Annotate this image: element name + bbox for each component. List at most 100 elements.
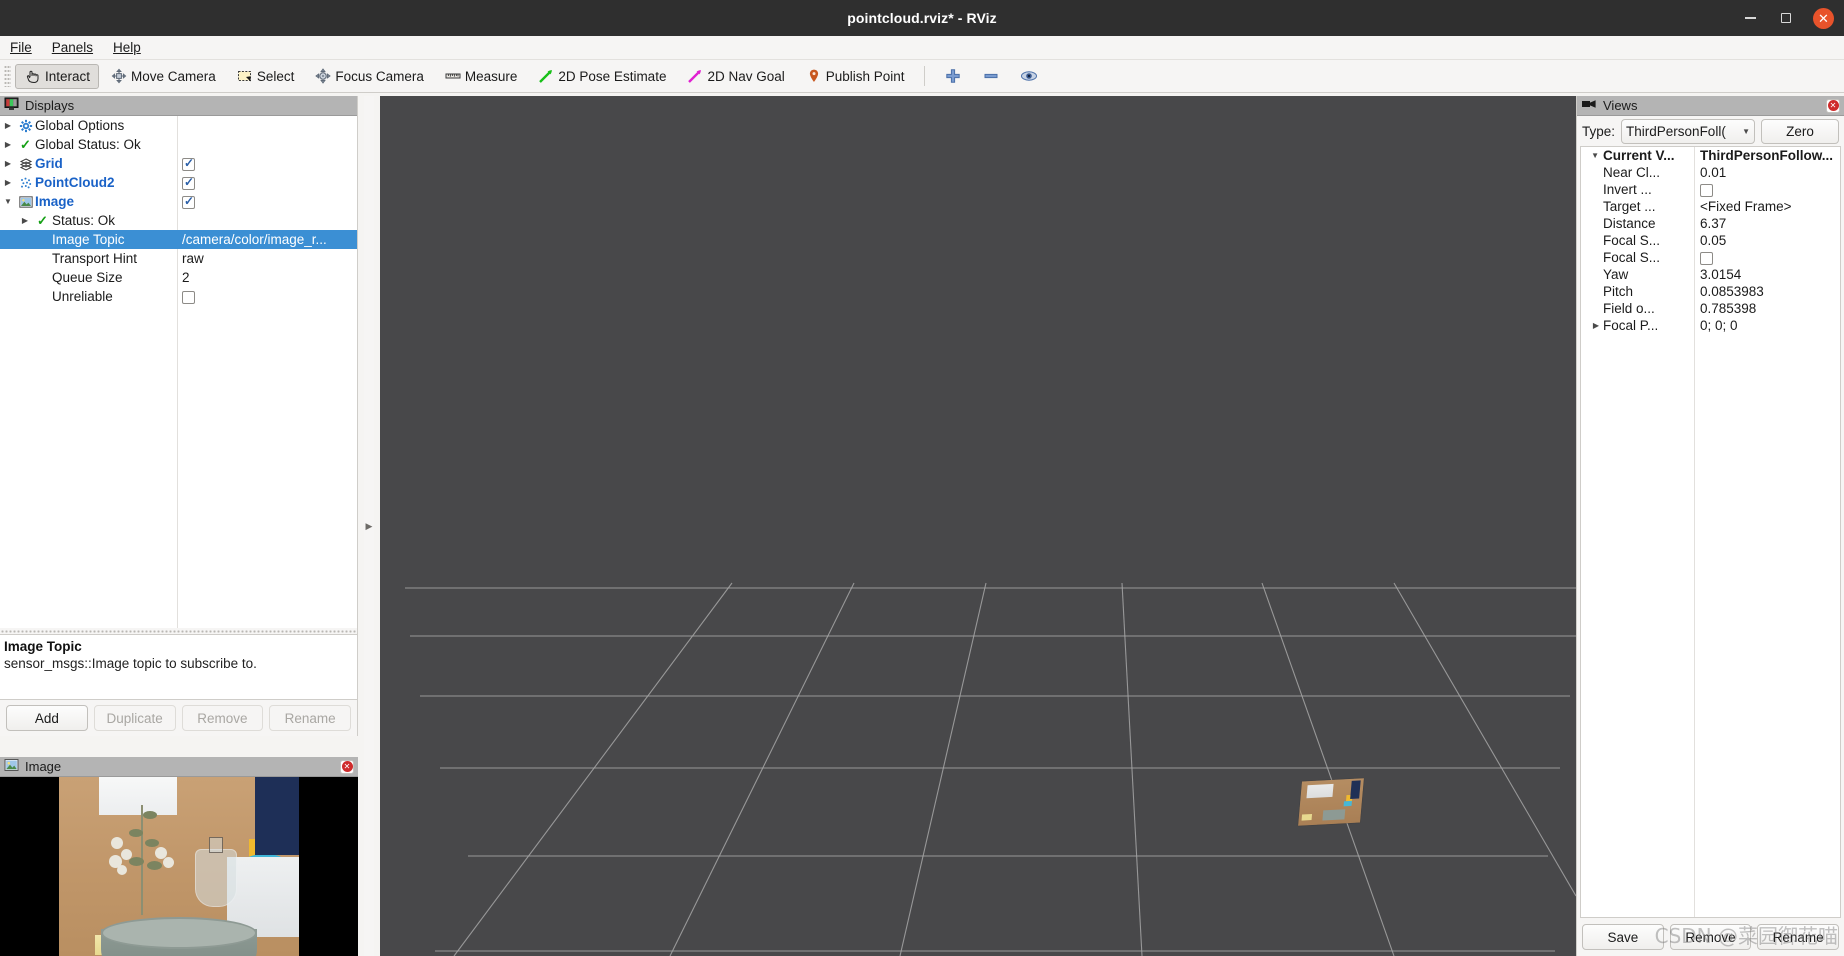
image-panel-close-button[interactable]: ✕ (340, 759, 354, 774)
render-viewport-3d[interactable] (380, 96, 1576, 956)
views-column-divider (1694, 147, 1695, 917)
display-value[interactable] (176, 156, 357, 171)
add-button[interactable]: Add (6, 705, 88, 731)
grid-enabled-checkbox[interactable] (182, 156, 195, 171)
duplicate-button[interactable]: Duplicate (93, 705, 176, 731)
views-value[interactable]: 0; 0; 0 (1694, 318, 1840, 333)
view-type-combobox[interactable]: ThirdPersonFoll( ▼ (1621, 118, 1755, 144)
views-type-row: Type: ThirdPersonFoll( ▼ Zero (1577, 116, 1844, 146)
plus-icon (944, 67, 962, 85)
menu-help[interactable]: Help (103, 38, 151, 57)
tool-visibility[interactable] (1011, 64, 1047, 89)
menu-file[interactable]: File (0, 38, 42, 57)
maximize-button[interactable] (1777, 9, 1795, 27)
expand-arrow-icon[interactable]: ▶ (0, 159, 16, 168)
select-rectangle-icon (236, 67, 254, 85)
views-row-pitch[interactable]: Pitch 0.0853983 (1581, 283, 1840, 300)
image-enabled-checkbox[interactable] (182, 194, 195, 209)
queue-size-value[interactable]: 2 (176, 270, 357, 285)
views-row-focal-point[interactable]: ▶ Focal P... 0; 0; 0 (1581, 317, 1840, 334)
tool-remove-panel[interactable] (973, 64, 1009, 89)
window-controls: ✕ (1741, 0, 1834, 36)
display-row-image[interactable]: ▼ Image (0, 192, 357, 211)
tool-focus-camera[interactable]: Focus Camera (305, 64, 433, 89)
expand-arrow-icon[interactable]: ▶ (17, 216, 33, 225)
leaf (147, 861, 162, 870)
display-value[interactable] (176, 289, 357, 304)
views-value[interactable]: 6.37 (1694, 216, 1840, 231)
views-row-focal-shape-size[interactable]: Focal S... 0.05 (1581, 232, 1840, 249)
tool-2d-nav-goal[interactable]: 2D Nav Goal (677, 64, 793, 89)
leaf (145, 839, 159, 847)
close-button[interactable]: ✕ (1813, 7, 1834, 29)
views-value[interactable]: 0.05 (1694, 233, 1840, 248)
views-row-distance[interactable]: Distance 6.37 (1581, 215, 1840, 232)
unreliable-checkbox[interactable] (182, 290, 195, 304)
ruler-icon (444, 67, 462, 85)
views-value[interactable] (1694, 182, 1840, 197)
focal-shape-fixed-checkbox[interactable] (1700, 251, 1713, 265)
displays-tree[interactable]: ▶ Global Options ▶ ✓ Global Status: Ok ▶… (0, 116, 357, 628)
tool-add-panel[interactable] (935, 64, 971, 89)
expand-arrow-icon[interactable]: ▶ (0, 140, 16, 149)
expand-arrow-icon[interactable]: ▶ (1581, 321, 1603, 330)
tool-2d-pose-estimate[interactable]: 2D Pose Estimate (528, 64, 675, 89)
image-panel-title: Image (25, 759, 62, 774)
expand-arrow-icon[interactable]: ▶ (0, 121, 16, 130)
collapse-arrow-icon[interactable]: ▼ (0, 197, 16, 206)
transport-hint-value[interactable]: raw (176, 251, 357, 266)
display-value[interactable] (176, 175, 357, 190)
views-row-focal-shape-fixed[interactable]: Focal S... (1581, 249, 1840, 266)
display-row-grid[interactable]: ▶ Grid (0, 154, 357, 173)
minimize-button[interactable] (1741, 9, 1759, 27)
remove-button[interactable]: Remove (181, 705, 264, 731)
left-splitter-handle[interactable]: ▶ (364, 96, 374, 956)
views-rename-button[interactable]: Rename (1757, 924, 1840, 950)
tool-interact[interactable]: Interact (15, 63, 100, 89)
display-row-pointcloud2[interactable]: ▶ PointCloud2 (0, 173, 357, 192)
display-row-global-status[interactable]: ▶ ✓ Global Status: Ok (0, 135, 357, 154)
views-row-target-frame[interactable]: Target ... <Fixed Frame> (1581, 198, 1840, 215)
glass-bottle (195, 849, 237, 907)
views-value[interactable]: 0.0853983 (1694, 284, 1840, 299)
invert-checkbox[interactable] (1700, 183, 1713, 197)
display-value[interactable] (176, 194, 357, 209)
views-value[interactable]: 0.01 (1694, 165, 1840, 180)
views-row-near-clip[interactable]: Near Cl... 0.01 (1581, 164, 1840, 181)
views-value[interactable]: <Fixed Frame> (1694, 199, 1840, 214)
image-topic-value[interactable]: /camera/color/image_r... (176, 232, 357, 247)
tool-select[interactable]: Select (227, 64, 304, 89)
expand-arrow-icon[interactable]: ▶ (0, 178, 16, 187)
tool-publish-point[interactable]: Publish Point (796, 64, 914, 89)
collapse-arrow-icon[interactable]: ▼ (1581, 151, 1603, 160)
menu-panels[interactable]: Panels (42, 38, 103, 57)
views-value[interactable] (1694, 250, 1840, 265)
display-row-queue-size[interactable]: Queue Size 2 (0, 268, 357, 287)
display-row-status[interactable]: ▶ ✓ Status: Ok (0, 211, 357, 230)
display-row-unreliable[interactable]: Unreliable (0, 287, 357, 306)
save-button[interactable]: Save (1582, 924, 1664, 950)
views-row-yaw[interactable]: Yaw 3.0154 (1581, 266, 1840, 283)
zero-button[interactable]: Zero (1761, 118, 1839, 144)
camera-icon (1581, 98, 1597, 113)
display-label: Queue Size (52, 270, 123, 285)
views-tree[interactable]: ▼ Current V... ThirdPersonFollow... Near… (1580, 146, 1841, 918)
tool-move-camera[interactable]: Move Camera (101, 64, 225, 89)
views-row-field-of-view[interactable]: Field o... 0.785398 (1581, 300, 1840, 317)
tool-interact-label: Interact (45, 68, 91, 84)
display-row-transport-hint[interactable]: Transport Hint raw (0, 249, 357, 268)
views-row-current-view[interactable]: ▼ Current V... ThirdPersonFollow... (1581, 147, 1840, 164)
tool-measure[interactable]: Measure (435, 64, 527, 89)
rename-button[interactable]: Rename (269, 705, 351, 731)
display-label: Image Topic (52, 232, 125, 247)
views-panel-close-button[interactable]: ✕ (1826, 98, 1840, 113)
display-row-image-topic[interactable]: Image Topic /camera/color/image_r... (0, 230, 357, 249)
views-value[interactable]: 0.785398 (1694, 301, 1840, 316)
views-row-invert[interactable]: Invert ... (1581, 181, 1840, 198)
displays-panel: Displays ▶ Global Options ▶ ✓ Global Sta… (0, 96, 358, 736)
views-remove-button[interactable]: Remove (1669, 924, 1752, 950)
pointcloud2-enabled-checkbox[interactable] (182, 175, 195, 190)
toolbar-grip[interactable] (4, 65, 11, 87)
display-row-global-options[interactable]: ▶ Global Options (0, 116, 357, 135)
views-value[interactable]: 3.0154 (1694, 267, 1840, 282)
